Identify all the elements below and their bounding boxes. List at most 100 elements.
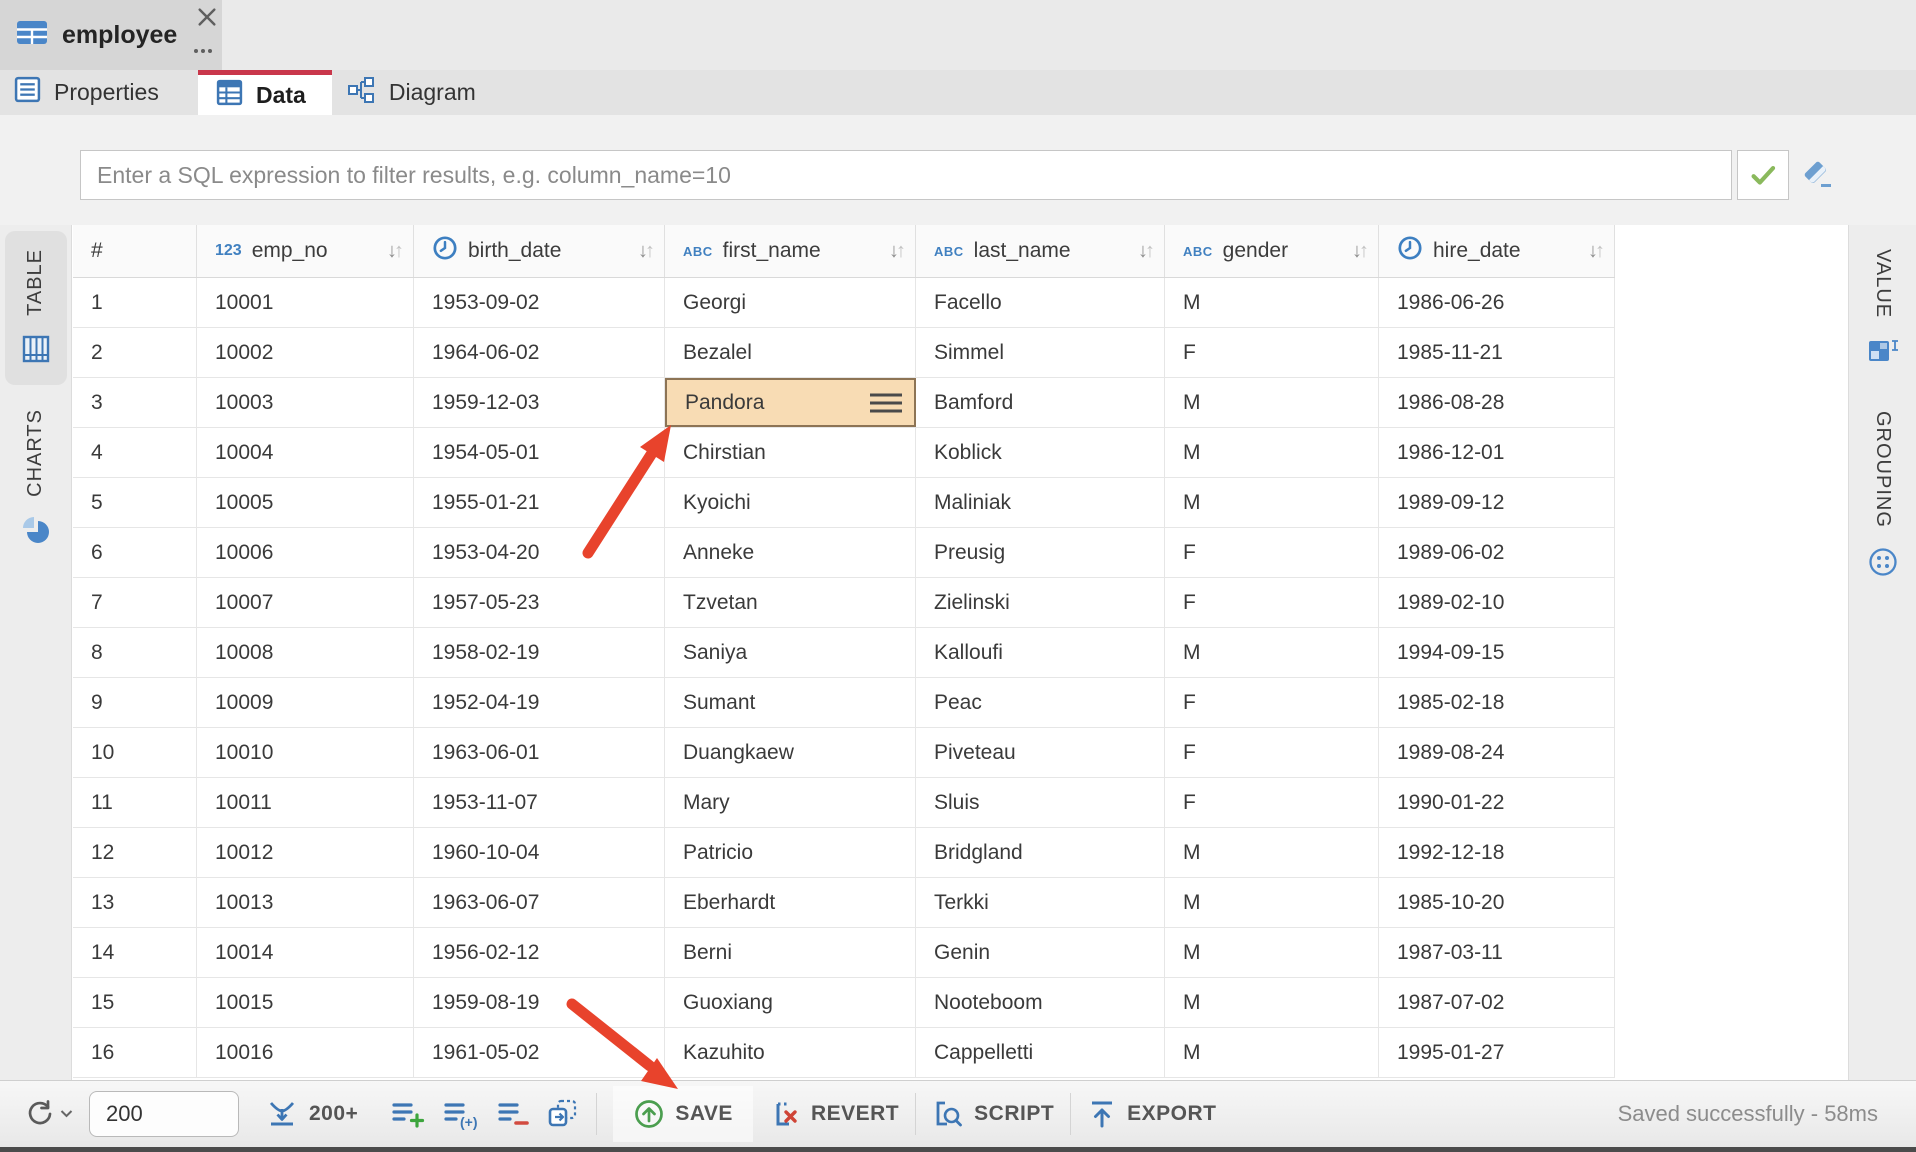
cell-gender[interactable]: M [1165, 928, 1379, 977]
row-number-cell[interactable]: 1 [73, 278, 197, 327]
sql-filter-input[interactable] [80, 150, 1732, 200]
tab-overflow-icon[interactable] [194, 44, 220, 58]
column-header-first_name[interactable]: ABCfirst_name↓↑ [665, 225, 916, 277]
cell-gender[interactable]: M [1165, 278, 1379, 327]
row-number-cell[interactable]: 14 [73, 928, 197, 977]
cell-birth_date[interactable]: 1953-04-20 [414, 528, 665, 577]
add-multiple-rows-button[interactable]: (+) [442, 1098, 480, 1130]
cell-gender[interactable]: M [1165, 828, 1379, 877]
cell-last_name[interactable]: Maliniak [916, 478, 1165, 527]
cell-hire_date[interactable]: 1989-06-02 [1379, 528, 1615, 577]
cell-hire_date[interactable]: 1989-02-10 [1379, 578, 1615, 627]
cell-emp_no[interactable]: 10006 [197, 528, 414, 577]
cell-hire_date[interactable]: 1989-09-12 [1379, 478, 1615, 527]
cell-first_name[interactable]: Anneke [665, 528, 916, 577]
save-button[interactable]: SAVE [613, 1086, 753, 1142]
cell-hire_date[interactable]: 1985-11-21 [1379, 328, 1615, 377]
cell-gender[interactable]: M [1165, 378, 1379, 427]
cell-first_name[interactable]: Patricio [665, 828, 916, 877]
cell-emp_no[interactable]: 10011 [197, 778, 414, 827]
rail-item-charts[interactable]: CHARTS [5, 391, 67, 568]
fetch-size-input[interactable] [89, 1091, 239, 1137]
cell-last_name[interactable]: Peac [916, 678, 1165, 727]
cell-emp_no[interactable]: 10003 [197, 378, 414, 427]
cell-last_name[interactable]: Bridgland [916, 828, 1165, 877]
cell-last_name[interactable]: Nooteboom [916, 978, 1165, 1027]
editor-tab-employee[interactable]: employee [0, 0, 222, 70]
cell-emp_no[interactable]: 10001 [197, 278, 414, 327]
cell-birth_date[interactable]: 1958-02-19 [414, 628, 665, 677]
row-number-cell[interactable]: 12 [73, 828, 197, 877]
refresh-button[interactable] [24, 1098, 73, 1130]
cell-first_name[interactable]: Georgi [665, 278, 916, 327]
cell-gender[interactable]: F [1165, 778, 1379, 827]
cell-first_name[interactable]: Eberhardt [665, 878, 916, 927]
cell-hire_date[interactable]: 1990-01-22 [1379, 778, 1615, 827]
cell-emp_no[interactable]: 10008 [197, 628, 414, 677]
cell-birth_date[interactable]: 1953-11-07 [414, 778, 665, 827]
fetch-more-button[interactable]: 200+ [265, 1098, 358, 1130]
cell-first_name[interactable]: Tzvetan [665, 578, 916, 627]
cell-gender[interactable]: F [1165, 328, 1379, 377]
row-number-cell[interactable]: 4 [73, 428, 197, 477]
cell-last_name[interactable]: Bamford [916, 378, 1165, 427]
close-icon[interactable] [196, 6, 218, 28]
cell-hire_date[interactable]: 1994-09-15 [1379, 628, 1615, 677]
row-number-cell[interactable]: 7 [73, 578, 197, 627]
cell-first_name[interactable]: Duangkaew [665, 728, 916, 777]
cell-birth_date[interactable]: 1957-05-23 [414, 578, 665, 627]
cell-birth_date[interactable]: 1952-04-19 [414, 678, 665, 727]
rail-item-grouping[interactable]: GROUPING [1852, 393, 1914, 599]
cell-hire_date[interactable]: 1995-01-27 [1379, 1028, 1615, 1077]
cell-gender[interactable]: M [1165, 628, 1379, 677]
cell-gender[interactable]: F [1165, 728, 1379, 777]
row-number-cell[interactable]: 9 [73, 678, 197, 727]
cell-birth_date[interactable]: 1959-12-03 [414, 378, 665, 427]
cell-gender[interactable]: F [1165, 578, 1379, 627]
cell-emp_no[interactable]: 10016 [197, 1028, 414, 1077]
cell-gender[interactable]: F [1165, 678, 1379, 727]
cell-first_name[interactable]: Sumant [665, 678, 916, 727]
script-button[interactable]: SCRIPT [932, 1098, 1054, 1130]
cell-emp_no[interactable]: 10007 [197, 578, 414, 627]
cell-birth_date[interactable]: 1954-05-01 [414, 428, 665, 477]
rail-item-value[interactable]: VALUE [1852, 231, 1914, 387]
column-header-row_number[interactable]: # [73, 225, 197, 277]
cell-gender[interactable]: M [1165, 428, 1379, 477]
cell-emp_no[interactable]: 10015 [197, 978, 414, 1027]
row-number-cell[interactable]: 15 [73, 978, 197, 1027]
cell-hire_date[interactable]: 1986-12-01 [1379, 428, 1615, 477]
cell-birth_date[interactable]: 1956-02-12 [414, 928, 665, 977]
row-number-cell[interactable]: 2 [73, 328, 197, 377]
cell-emp_no[interactable]: 10010 [197, 728, 414, 777]
cell-menu-hamburger-icon[interactable] [870, 393, 902, 412]
delete-row-button[interactable] [496, 1098, 530, 1130]
add-row-button[interactable] [390, 1098, 426, 1130]
cell-hire_date[interactable]: 1992-12-18 [1379, 828, 1615, 877]
apply-filter-button[interactable] [1737, 150, 1789, 200]
cell-first_name[interactable]: Kazuhito [665, 1028, 916, 1077]
cell-gender[interactable]: M [1165, 478, 1379, 527]
cell-hire_date[interactable]: 1986-06-26 [1379, 278, 1615, 327]
cell-emp_no[interactable]: 10014 [197, 928, 414, 977]
cell-first_name[interactable]: Guoxiang [665, 978, 916, 1027]
cell-first_name[interactable]: Berni [665, 928, 916, 977]
cell-birth_date[interactable]: 1963-06-07 [414, 878, 665, 927]
cell-last_name[interactable]: Simmel [916, 328, 1165, 377]
cell-hire_date[interactable]: 1985-10-20 [1379, 878, 1615, 927]
cell-emp_no[interactable]: 10009 [197, 678, 414, 727]
cell-last_name[interactable]: Genin [916, 928, 1165, 977]
tab-diagram[interactable]: Diagram [332, 70, 502, 115]
cell-hire_date[interactable]: 1989-08-24 [1379, 728, 1615, 777]
cell-birth_date[interactable]: 1955-01-21 [414, 478, 665, 527]
row-number-cell[interactable]: 6 [73, 528, 197, 577]
cell-first_name[interactable]: Kyoichi [665, 478, 916, 527]
cell-last_name[interactable]: Cappelletti [916, 1028, 1165, 1077]
row-number-cell[interactable]: 13 [73, 878, 197, 927]
cell-birth_date[interactable]: 1959-08-19 [414, 978, 665, 1027]
cell-birth_date[interactable]: 1953-09-02 [414, 278, 665, 327]
cell-gender[interactable]: M [1165, 878, 1379, 927]
cell-emp_no[interactable]: 10005 [197, 478, 414, 527]
cell-emp_no[interactable]: 10012 [197, 828, 414, 877]
cell-gender[interactable]: M [1165, 978, 1379, 1027]
